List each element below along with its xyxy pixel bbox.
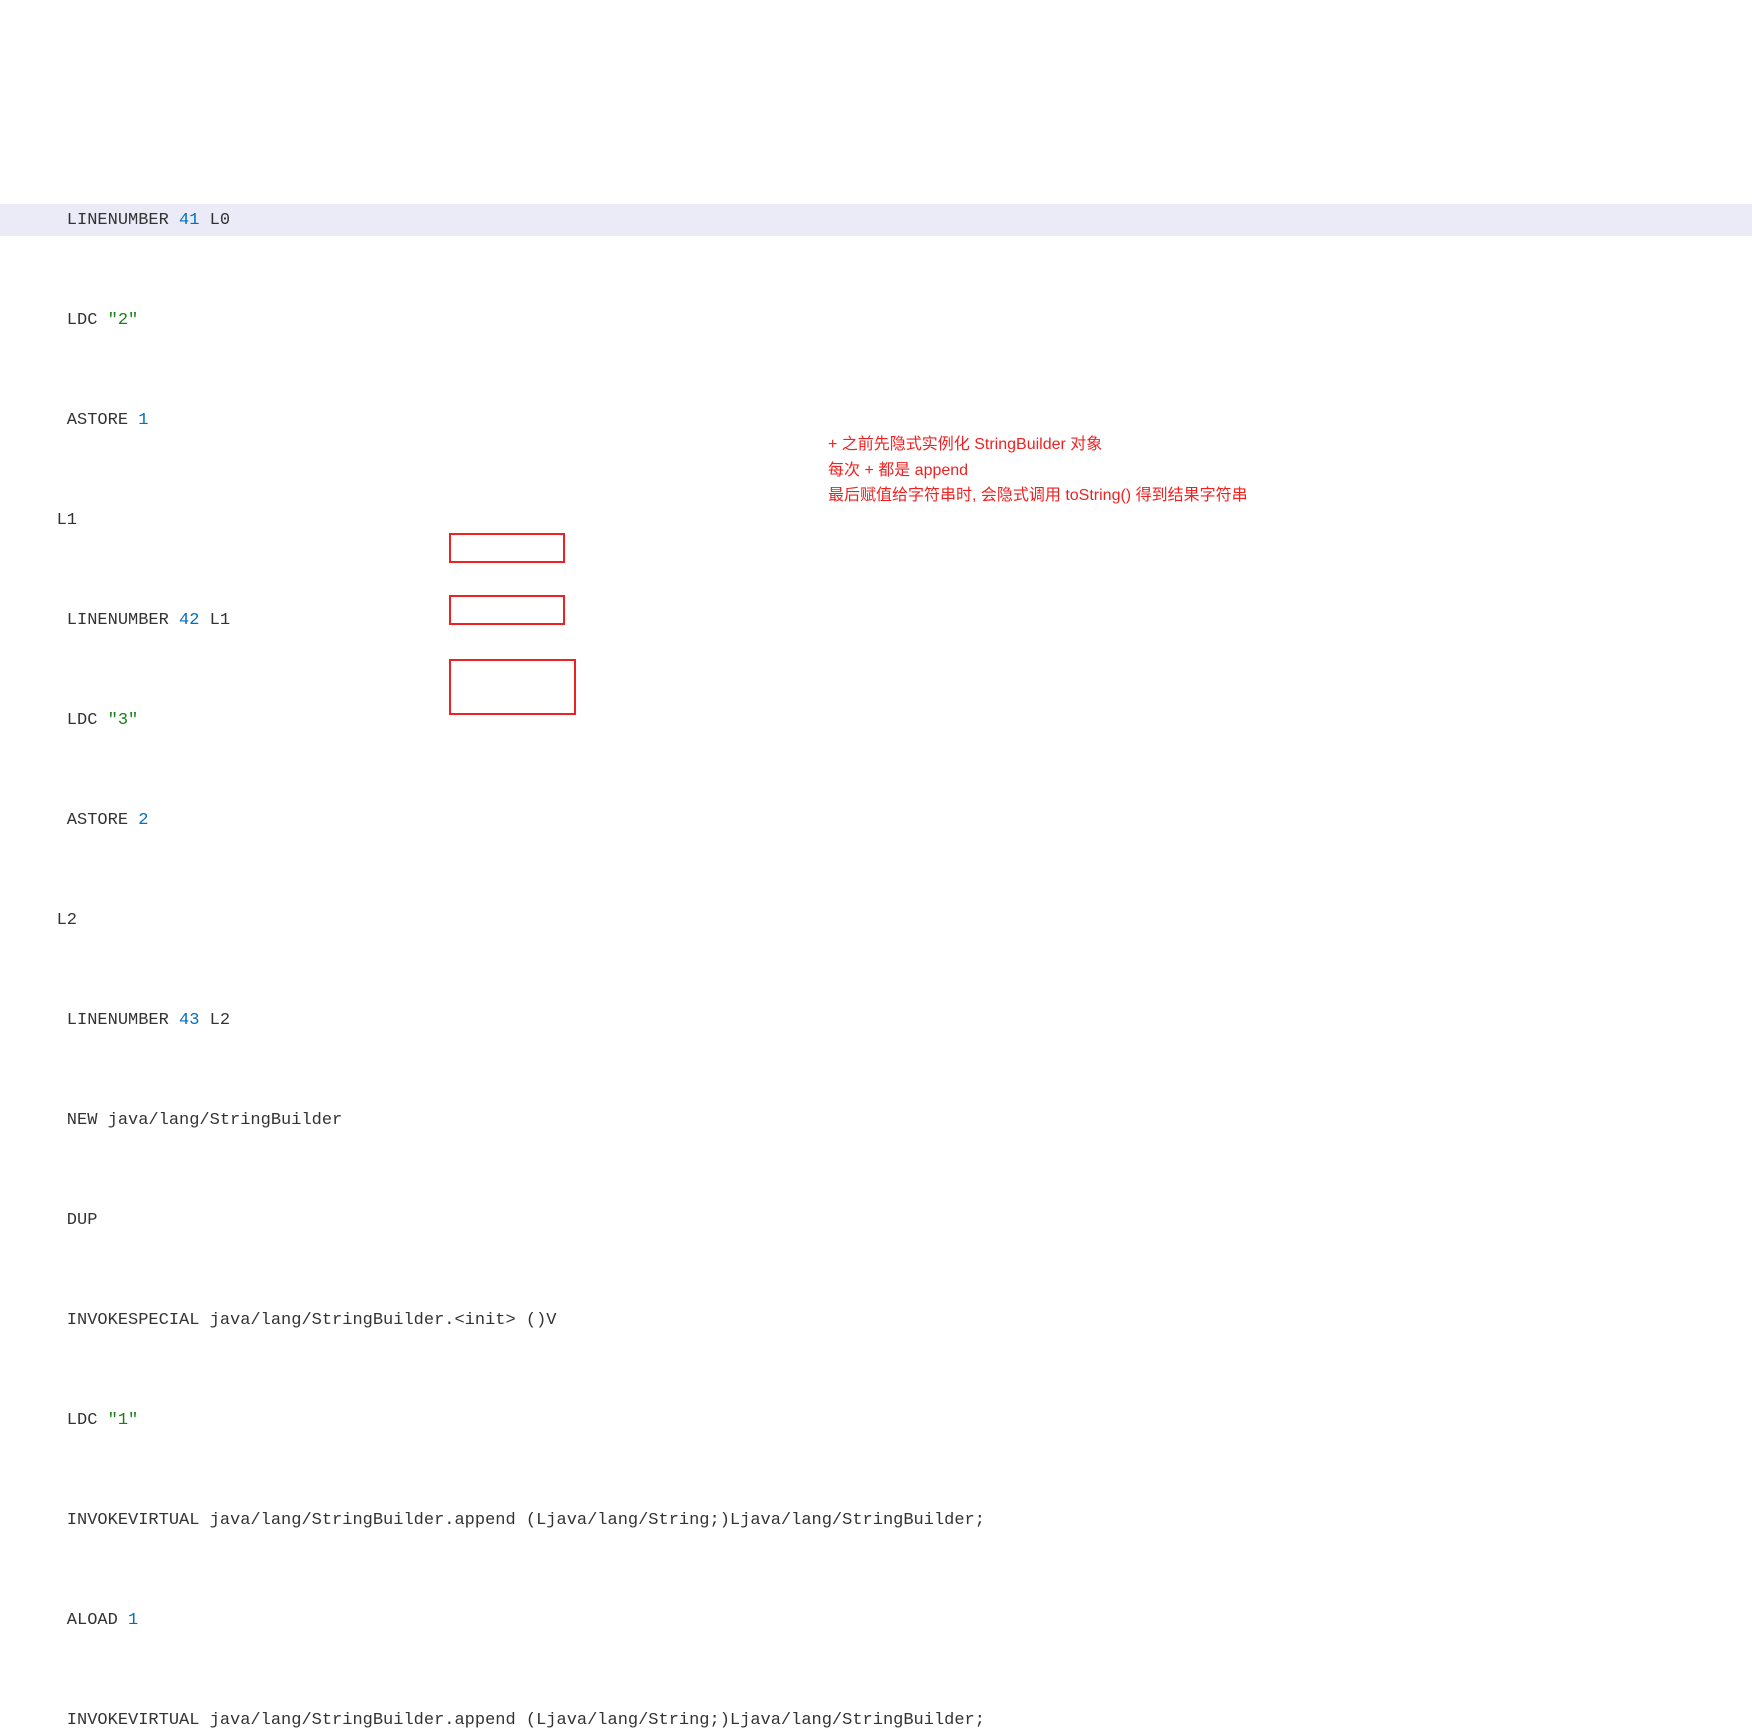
- slot-index: 1: [128, 1611, 138, 1630]
- instr: INVOKESPECIAL java/lang/StringBuilder.<i…: [26, 1311, 557, 1330]
- highlight-box-append-1: [449, 533, 565, 563]
- label-line: L1: [0, 504, 1752, 536]
- instr: ASTORE: [26, 411, 138, 430]
- code-line: DUP: [0, 1204, 1752, 1236]
- annotation-line-1: + 之前先隐式实例化 StringBuilder 对象: [828, 432, 1448, 458]
- instr: LDC: [26, 711, 108, 730]
- line-number: 43: [179, 1011, 199, 1030]
- code-line: ASTORE 2: [0, 804, 1752, 836]
- instr: LINENUMBER: [26, 1011, 179, 1030]
- instr: INVOKEVIRTUAL java/lang/StringBuilder.ap…: [26, 1711, 985, 1730]
- string-literal: "3": [108, 711, 139, 730]
- instr: LINENUMBER: [26, 211, 179, 230]
- line-number: 41: [179, 211, 199, 230]
- label: L1: [26, 511, 77, 530]
- annotation-block: + 之前先隐式实例化 StringBuilder 对象 每次 + 都是 appe…: [828, 432, 1448, 509]
- code-line: INVOKESPECIAL java/lang/StringBuilder.<i…: [0, 1304, 1752, 1336]
- code-line: LINENUMBER 43 L2: [0, 1004, 1752, 1036]
- label-ref: L1: [199, 611, 230, 630]
- label-ref: L0: [199, 211, 230, 230]
- bytecode-listing: LINENUMBER 41 L0 LDC "2" ASTORE 1 L1 LIN…: [0, 136, 1752, 1736]
- slot-index: 1: [138, 411, 148, 430]
- instr: NEW java/lang/StringBuilder: [26, 1111, 342, 1130]
- code-line: INVOKEVIRTUAL java/lang/StringBuilder.ap…: [0, 1504, 1752, 1536]
- instr: LDC: [26, 311, 108, 330]
- instr: INVOKEVIRTUAL java/lang/StringBuilder.ap…: [26, 1511, 985, 1530]
- instr: ASTORE: [26, 811, 138, 830]
- label-ref: L2: [199, 1011, 230, 1030]
- code-line: LDC "2": [0, 304, 1752, 336]
- instr: DUP: [26, 1211, 97, 1230]
- code-line: ALOAD 1: [0, 1604, 1752, 1636]
- slot-index: 2: [138, 811, 148, 830]
- label-line: L2: [0, 904, 1752, 936]
- code-line: LINENUMBER 41 L0: [0, 204, 1752, 236]
- line-number: 42: [179, 611, 199, 630]
- annotation-line-2: 每次 + 都是 append: [828, 458, 1448, 484]
- string-literal: "2": [108, 311, 139, 330]
- label: L2: [26, 911, 77, 930]
- code-line: NEW java/lang/StringBuilder: [0, 1104, 1752, 1136]
- instr: LINENUMBER: [26, 611, 179, 630]
- instr: LDC: [26, 1411, 108, 1430]
- code-line: LDC "1": [0, 1404, 1752, 1436]
- code-line: LDC "3": [0, 704, 1752, 736]
- code-line: LINENUMBER 42 L1: [0, 604, 1752, 636]
- annotation-line-3: 最后赋值给字符串时, 会隐式调用 toString() 得到结果字符串: [828, 483, 1448, 509]
- string-literal: "1": [108, 1411, 139, 1430]
- code-line: INVOKEVIRTUAL java/lang/StringBuilder.ap…: [0, 1704, 1752, 1736]
- instr: ALOAD: [26, 1611, 128, 1630]
